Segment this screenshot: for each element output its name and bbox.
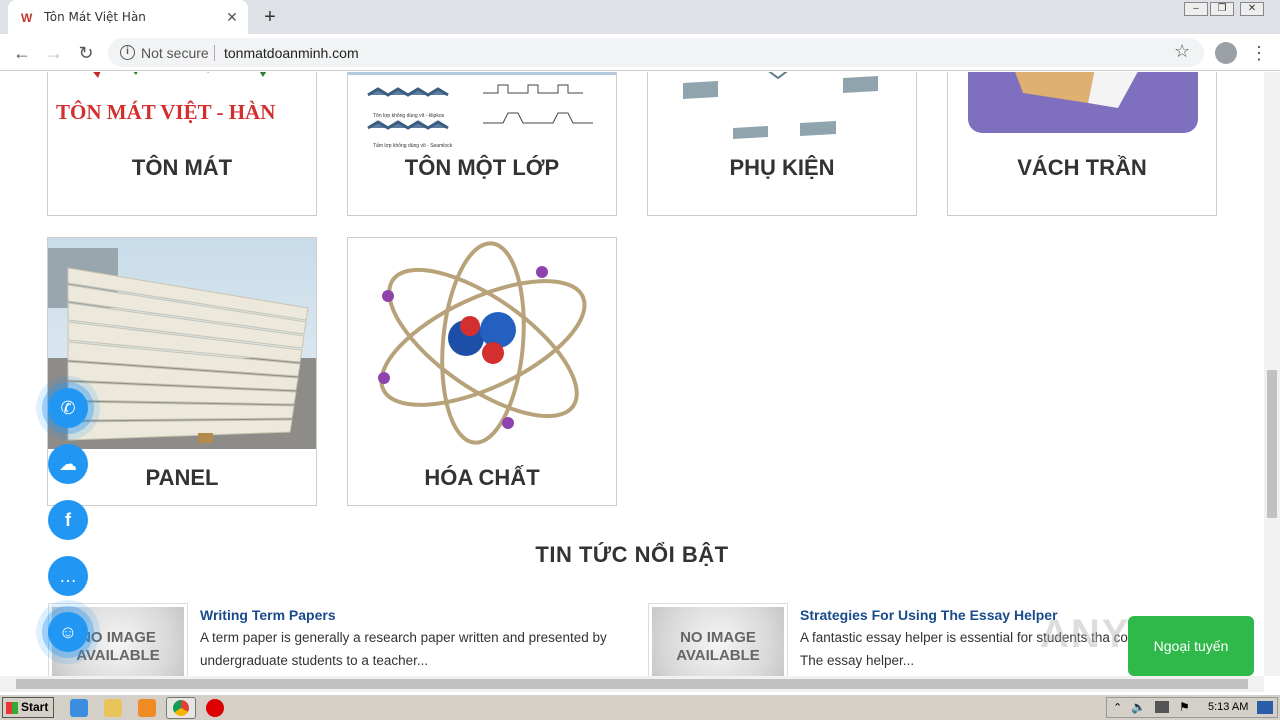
address-bar[interactable]: i Not secure tonmatdoanminh.com ☆: [108, 38, 1204, 67]
product-label: TÔN MÁT: [131, 155, 233, 180]
url-text[interactable]: tonmatdoanminh.com: [224, 45, 359, 61]
hoa-chat-image: [348, 238, 616, 449]
tab-close-icon[interactable]: ✕: [223, 8, 241, 26]
system-tray: ⌃ 🔈 ⚑: [1106, 697, 1278, 718]
info-icon[interactable]: i: [120, 45, 135, 60]
ton-mot-lop-caption-2: Tấm lợp không dùng vít - Seamlock: [373, 143, 453, 149]
tab-strip: W Tôn Mát Việt Hàn ✕ + – ❐ ✕: [0, 0, 1280, 34]
product-label: PHỤ KIỆN: [729, 155, 835, 180]
vertical-scrollbar[interactable]: [1264, 72, 1280, 676]
browser-menu-icon[interactable]: ⋮: [1250, 42, 1268, 64]
product-card-hoa-chat[interactable]: HÓA CHẤT: [347, 237, 617, 506]
news-excerpt: A term paper is generally a research pap…: [200, 630, 607, 668]
vertical-scroll-thumb[interactable]: [1267, 370, 1277, 518]
chrome-icon: [173, 700, 189, 716]
ton-mot-lop-image: Tôn lợp không dùng vít - klipkos Tấm lợp…: [348, 72, 616, 153]
start-button[interactable]: Start: [2, 697, 54, 718]
panel-image: [48, 238, 316, 449]
security-indicator[interactable]: Not secure: [141, 45, 209, 61]
tray-expand-icon[interactable]: ⌃: [1113, 701, 1122, 714]
product-label: PANEL: [145, 465, 219, 490]
flag-icon[interactable]: ⚑: [1179, 700, 1190, 714]
windows-taskbar: Start ⌃ 🔈 ⚑ 5:13 AM: [0, 694, 1280, 720]
news-title-link[interactable]: Writing Term Papers: [200, 607, 336, 623]
product-label: TÔN MỘT LỚP: [404, 155, 560, 180]
whatsapp-icon[interactable]: ✆: [48, 388, 88, 428]
taskbar-clock: 5:13 AM: [1208, 701, 1249, 713]
facebook-icon[interactable]: f: [48, 500, 88, 540]
window-close-button[interactable]: ✕: [1240, 2, 1264, 16]
no-image-placeholder: NO IMAGE AVAILABLE: [652, 607, 784, 676]
messenger-icon[interactable]: …: [48, 556, 88, 596]
forward-arrow-icon[interactable]: →: [42, 41, 66, 65]
windows-logo-icon: [6, 702, 18, 714]
svg-text:W: W: [21, 11, 33, 25]
ton-mat-image-text: TÔN MÁT VIỆT - HÀN: [56, 100, 275, 124]
restore-button[interactable]: ❐: [1210, 2, 1234, 16]
page-viewport: TÔN MÁT VIỆT - HÀN TÔN MÁT Tôn lợp không…: [0, 72, 1264, 676]
show-desktop-icon[interactable]: [1257, 701, 1273, 714]
product-label: VÁCH TRẦN: [1017, 155, 1147, 180]
back-arrow-icon[interactable]: ←: [10, 41, 34, 65]
ie-icon[interactable]: [70, 699, 88, 717]
product-card-ton-mat[interactable]: TÔN MÁT VIỆT - HÀN TÔN MÁT: [47, 72, 317, 216]
site-favicon-icon: W: [20, 9, 36, 25]
explorer-icon[interactable]: [104, 699, 122, 717]
news-title-link[interactable]: Strategies For Using The Essay Helper: [800, 607, 1058, 623]
horizontal-scrollbar[interactable]: [0, 676, 1264, 692]
profile-avatar-icon[interactable]: [1215, 42, 1237, 64]
network-icon[interactable]: [1155, 701, 1169, 713]
ton-mot-lop-caption-1: Tôn lợp không dùng vít - klipkos: [373, 113, 445, 119]
vach-tran-image: [948, 72, 1216, 153]
media-player-icon[interactable]: [138, 699, 156, 717]
contact-icon[interactable]: ☺: [48, 612, 88, 652]
bookmark-star-icon[interactable]: ☆: [1174, 41, 1190, 62]
product-card-ton-mot-lop[interactable]: Tôn lợp không dùng vít - klipkos Tấm lợp…: [347, 72, 617, 216]
volume-icon[interactable]: 🔈: [1131, 700, 1146, 714]
product-label: HÓA CHẤT: [424, 465, 540, 490]
wechat-icon[interactable]: ☁: [48, 444, 88, 484]
ton-mat-image: TÔN MÁT VIỆT - HÀN: [48, 72, 316, 153]
news-section-title: TIN TỨC NỔI BẬT: [535, 542, 729, 567]
chrome-taskbar-button[interactable]: [166, 697, 196, 719]
browser-tab[interactable]: W Tôn Mát Việt Hàn ✕: [8, 0, 248, 34]
no-image-text: NO IMAGE AVAILABLE: [676, 629, 760, 664]
product-card-phu-kien[interactable]: PHỤ KIỆN: [647, 72, 917, 216]
browser-toolbar: ← → ↻ i Not secure tonmatdoanminh.com ☆: [0, 34, 1280, 71]
news-thumbnail[interactable]: NO IMAGE AVAILABLE: [648, 603, 788, 676]
new-tab-button[interactable]: +: [258, 5, 282, 29]
antivirus-icon[interactable]: [206, 699, 224, 717]
horizontal-scroll-thumb[interactable]: [16, 679, 1248, 689]
start-label: Start: [21, 700, 49, 714]
phu-kien-image: [648, 72, 916, 153]
chat-widget-button[interactable]: Ngoại tuyến: [1128, 616, 1254, 676]
tab-title: Tôn Mát Việt Hàn: [44, 10, 146, 24]
minimize-button[interactable]: –: [1184, 2, 1208, 16]
omnibox-divider: [214, 45, 215, 61]
reload-icon[interactable]: ↻: [74, 41, 98, 65]
product-card-vach-tran[interactable]: VÁCH TRẦN: [947, 72, 1217, 216]
